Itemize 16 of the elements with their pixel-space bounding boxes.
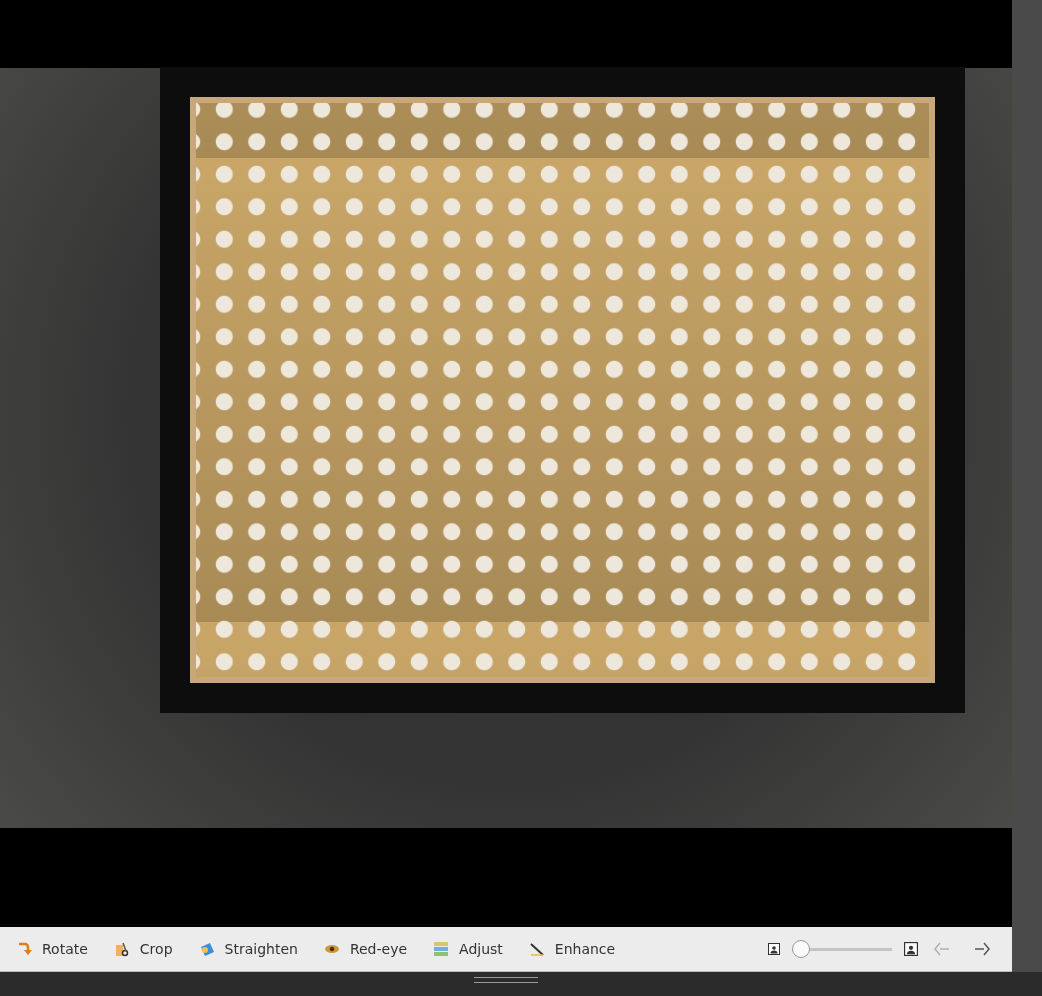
picture-icon [198,941,215,957]
crop-button[interactable]: Crop [107,935,185,963]
straighten-button[interactable]: Straighten [192,935,310,963]
zoom-out-icon [768,943,780,955]
enhance-button[interactable]: Enhance [522,935,628,963]
rotate-arrow-icon [16,941,32,957]
zoom-in-icon [904,942,918,956]
eye-fix-button[interactable]: Red-eye [317,935,420,963]
slider-thumb[interactable] [792,940,810,958]
color-bars-icon [433,941,450,957]
resize-grip[interactable] [474,977,538,983]
wand-icon [528,941,545,957]
right-arrow-icon [972,941,992,957]
rotate-button[interactable]: Rotate [10,935,100,963]
adjust-button[interactable]: Adjust [427,935,515,963]
left-arrow-icon [932,941,952,957]
